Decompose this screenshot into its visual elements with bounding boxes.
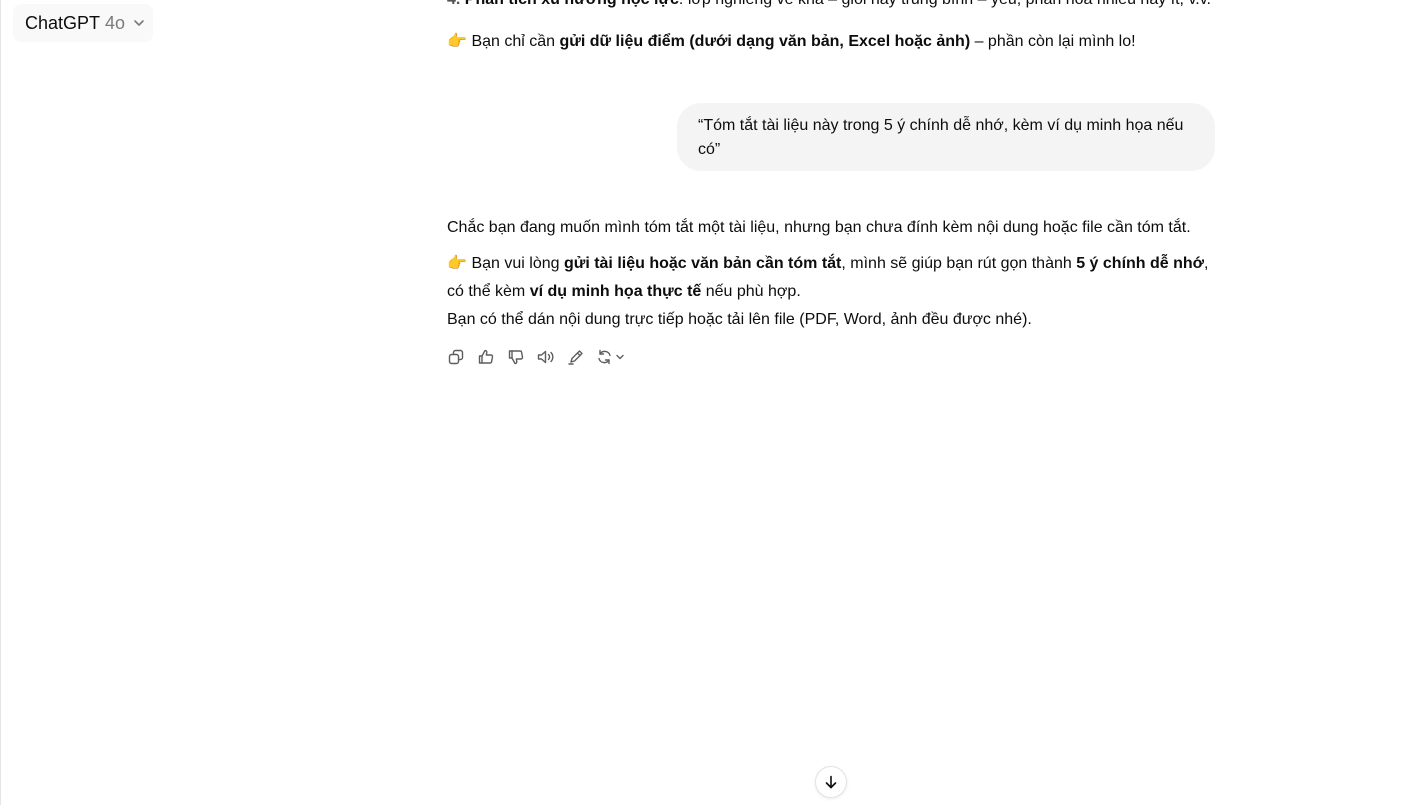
model-version: 4o [105, 12, 126, 33]
thumbs-up-icon[interactable] [474, 344, 498, 370]
list-item-title: Phân tích xu hướng học lực [465, 0, 679, 8]
arrow-down-icon [823, 774, 839, 790]
bold-segment: 5 ý chính dễ nhớ [1076, 255, 1205, 272]
user-message-bubble: “Tóm tắt tài liệu này trong 5 ý chính dễ… [677, 103, 1215, 171]
user-message-text: “Tóm tắt tài liệu này trong 5 ý chính dễ… [698, 117, 1184, 158]
previous-list-item: 4. Phân tích xu hướng học lực: lớp nghiê… [447, 0, 1215, 14]
previous-closing-paragraph: 👉 Bạn chỉ cần gửi dữ liệu điểm (dưới dạn… [447, 28, 1215, 56]
text-segment: Bạn vui lòng [467, 255, 564, 272]
assistant-text: Bạn có thể dán nội dung trực tiếp hoặc t… [447, 311, 1032, 328]
bold-segment: gửi dữ liệu điểm (dưới dạng văn bản, Exc… [559, 33, 971, 50]
assistant-paragraph-2: 👉 Bạn vui lòng gửi tài liệu hoặc văn bản… [447, 250, 1215, 306]
model-name: ChatGPT [25, 12, 101, 33]
edit-canvas-icon[interactable] [564, 344, 588, 370]
assistant-text: Chắc bạn đang muốn mình tóm tắt một tài … [447, 219, 1191, 236]
text-segment: Bạn chỉ cần [467, 33, 560, 50]
read-aloud-icon[interactable] [534, 344, 558, 370]
regenerate-icon[interactable] [594, 344, 630, 370]
message-actions-toolbar [444, 344, 630, 370]
assistant-paragraph-3: Bạn có thể dán nội dung trực tiếp hoặc t… [447, 306, 1215, 334]
list-number: 4. [447, 0, 460, 8]
chevron-down-icon [132, 16, 146, 30]
chat-page: ChatGPT 4o 4. Phân tích xu hướng học lực… [0, 0, 1409, 805]
text-segment: , mình sẽ giúp bạn rút gọn thành [841, 255, 1077, 272]
assistant-paragraph-1: Chắc bạn đang muốn mình tóm tắt một tài … [447, 214, 1215, 242]
list-item-text: : lớp nghiêng về khá – giỏi hay trung bì… [679, 0, 1211, 8]
copy-icon[interactable] [444, 344, 468, 370]
scroll-to-bottom-button[interactable] [815, 766, 847, 798]
model-switcher-button[interactable]: ChatGPT 4o [13, 4, 153, 42]
text-segment: – phần còn lại mình lo! [970, 33, 1136, 50]
thumbs-down-icon[interactable] [504, 344, 528, 370]
text-segment: nếu phù hợp. [701, 283, 801, 300]
sidebar-divider [0, 0, 1, 805]
bold-segment: gửi tài liệu hoặc văn bản cần tóm tắt [563, 255, 842, 272]
bold-segment: ví dụ minh họa thực tế [529, 283, 702, 300]
pointing-hand-emoji: 👉 [447, 255, 467, 272]
pointing-hand-emoji: 👉 [447, 33, 467, 50]
